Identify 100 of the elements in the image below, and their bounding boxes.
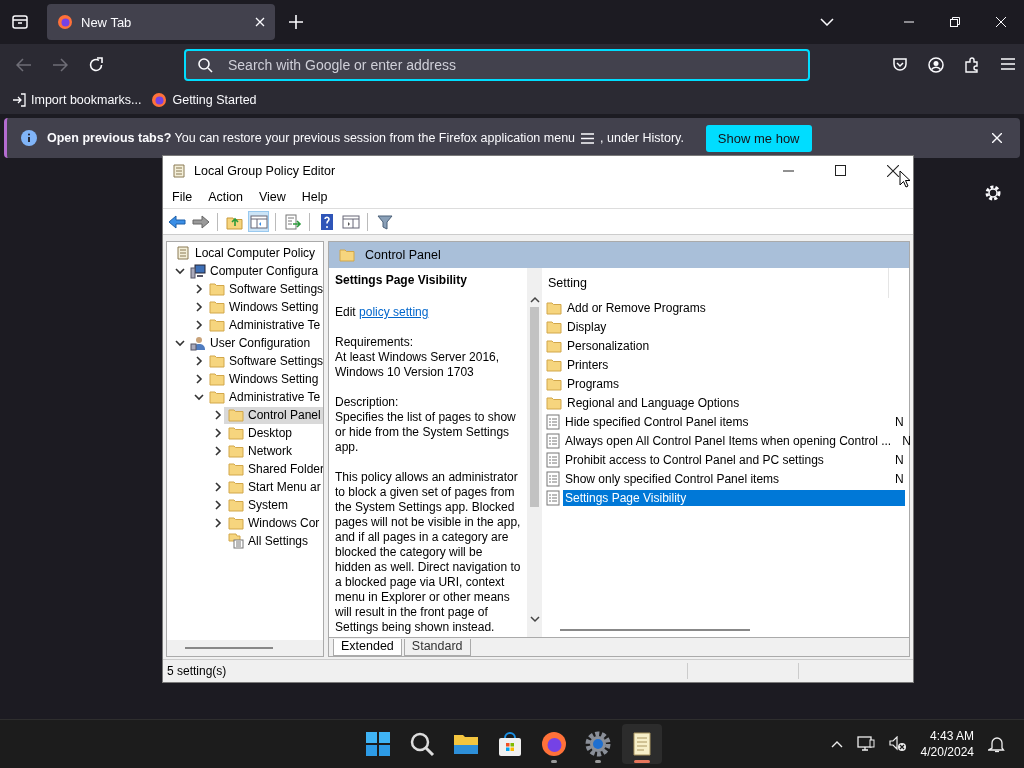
tree-item[interactable]: All Settings [248, 534, 309, 548]
tree-item[interactable]: Windows Setting [229, 372, 319, 386]
setting-item[interactable]: Show only specified Control Panel items [563, 470, 886, 487]
tree-item[interactable]: Desktop [248, 426, 293, 440]
browser-tab[interactable]: New Tab [47, 4, 275, 40]
folder-icon [339, 248, 355, 262]
chevron-icon[interactable] [212, 446, 223, 456]
folder-icon [209, 282, 225, 296]
scrollbar-thumb[interactable] [530, 307, 539, 507]
menu-item[interactable]: File [172, 189, 193, 204]
folder-icon [546, 338, 562, 353]
chevron-icon[interactable] [212, 482, 223, 492]
chevron-icon[interactable] [212, 518, 223, 528]
bookmark-link[interactable]: Import bookmarks... [12, 93, 142, 107]
setting-item[interactable]: Personalization [565, 337, 905, 354]
volume-muted-icon[interactable] [888, 736, 907, 752]
chevron-down-icon[interactable] [820, 18, 834, 26]
setting-icon [546, 470, 560, 487]
setting-item[interactable]: Display [565, 318, 905, 335]
tree-item[interactable]: Network [248, 444, 292, 458]
view-tab[interactable]: Extended [333, 639, 402, 656]
tree-item[interactable]: User Configuration [210, 336, 311, 350]
chevron-icon[interactable] [193, 320, 204, 330]
column-header[interactable]: Setting [548, 276, 587, 290]
folder-icon [228, 444, 244, 458]
chevron-icon[interactable] [193, 356, 204, 366]
gear-icon [585, 731, 611, 757]
tree-item[interactable]: Shared Folder [248, 462, 323, 476]
chevron-icon[interactable] [212, 500, 223, 510]
setting-item[interactable]: Regional and Language Options [565, 394, 905, 411]
setting-item[interactable]: Always open All Control Panel Items when opening Control ... [563, 432, 894, 449]
tab-list-icon[interactable] [11, 14, 29, 30]
network-icon[interactable] [856, 736, 875, 752]
tree-item[interactable]: System [248, 498, 288, 512]
tree-item[interactable]: Computer Configura [210, 264, 319, 278]
tree-item[interactable]: Start Menu ar [248, 480, 321, 494]
window-title: Local Group Policy Editor [194, 163, 336, 178]
clock[interactable]: 4:43 AM 4/20/2024 [920, 728, 974, 760]
extensions-icon[interactable] [964, 57, 980, 73]
menu-item[interactable]: Action [208, 189, 243, 204]
scrollbar[interactable] [527, 268, 542, 637]
account-icon[interactable] [928, 57, 944, 73]
setting-item[interactable]: Settings Page Visibility [563, 489, 905, 506]
maximize-icon[interactable] [835, 165, 846, 176]
scroll-down-icon[interactable] [529, 616, 540, 623]
tree-item[interactable]: Windows Cor [248, 516, 320, 530]
scrollbar-thumb[interactable] [185, 647, 273, 649]
chevron-up-icon[interactable] [830, 740, 843, 748]
reload-icon[interactable] [88, 57, 104, 73]
chevron-icon[interactable] [212, 410, 223, 420]
browser-icon [541, 731, 567, 757]
tree-item[interactable]: Software Settings [229, 354, 323, 368]
chevron-icon[interactable] [174, 338, 185, 348]
chevron-icon[interactable] [193, 284, 204, 294]
chevron-icon[interactable] [193, 392, 204, 402]
folder-icon [209, 300, 225, 314]
folder-icon [228, 408, 244, 422]
requirements-text: At least Windows Server 2016, Windows 10 Version 1703 [335, 350, 501, 380]
folder-icon [546, 300, 562, 315]
address-bar[interactable]: Search with Google or enter address [184, 49, 810, 81]
chevron-icon[interactable] [193, 374, 204, 384]
chevron-icon[interactable] [212, 428, 223, 438]
restore-icon[interactable] [950, 17, 960, 27]
policy-setting-link[interactable]: policy setting [359, 305, 429, 319]
chevron-icon[interactable] [193, 302, 204, 312]
view-tab[interactable]: Standard [403, 639, 471, 656]
setting-item[interactable]: Prohibit access to Control Panel and PC settings [563, 451, 886, 468]
tree-item[interactable]: Administrative Te [229, 318, 321, 332]
scroll-up-icon[interactable] [529, 296, 540, 303]
export-list-icon[interactable] [282, 211, 303, 232]
new-tab-icon[interactable] [289, 15, 303, 29]
menu-item[interactable]: View [258, 189, 286, 204]
notification-bell-icon[interactable] [988, 735, 1006, 753]
setting-item[interactable]: Programs [565, 375, 905, 392]
setting-item[interactable]: Printers [565, 356, 905, 373]
pocket-icon[interactable] [892, 57, 908, 73]
menu-item[interactable]: Help [301, 189, 328, 204]
tree-item[interactable]: Administrative Te [229, 390, 321, 404]
bookmark-link[interactable]: Getting Started [151, 92, 257, 108]
tree-pane-icon[interactable] [248, 211, 269, 232]
setting-item[interactable]: Hide specified Control Panel items [563, 413, 886, 430]
tree-item[interactable]: Software Settings [229, 282, 323, 296]
close-icon[interactable] [887, 164, 899, 177]
table-cell: N [902, 433, 911, 448]
menu-icon[interactable] [1000, 57, 1016, 71]
date-text: 4/20/2024 [920, 744, 974, 760]
scrollbar-thumb[interactable] [560, 629, 750, 631]
folder-icon [546, 319, 562, 334]
folder-icon [546, 357, 562, 372]
setting-item[interactable]: Add or Remove Programs [565, 299, 905, 316]
tree-item[interactable]: Local Computer Policy [195, 246, 316, 260]
tree-item[interactable]: Windows Setting [229, 300, 319, 314]
scroll-icon [175, 245, 191, 261]
taskbar-app[interactable] [622, 724, 662, 764]
search-icon [198, 57, 213, 73]
settings-icon[interactable] [984, 184, 1002, 202]
store-bag-icon [497, 731, 523, 757]
chevron-icon[interactable] [174, 266, 185, 276]
menu-icon [581, 132, 595, 144]
show-me-how-button[interactable]: Show me how [705, 124, 812, 152]
